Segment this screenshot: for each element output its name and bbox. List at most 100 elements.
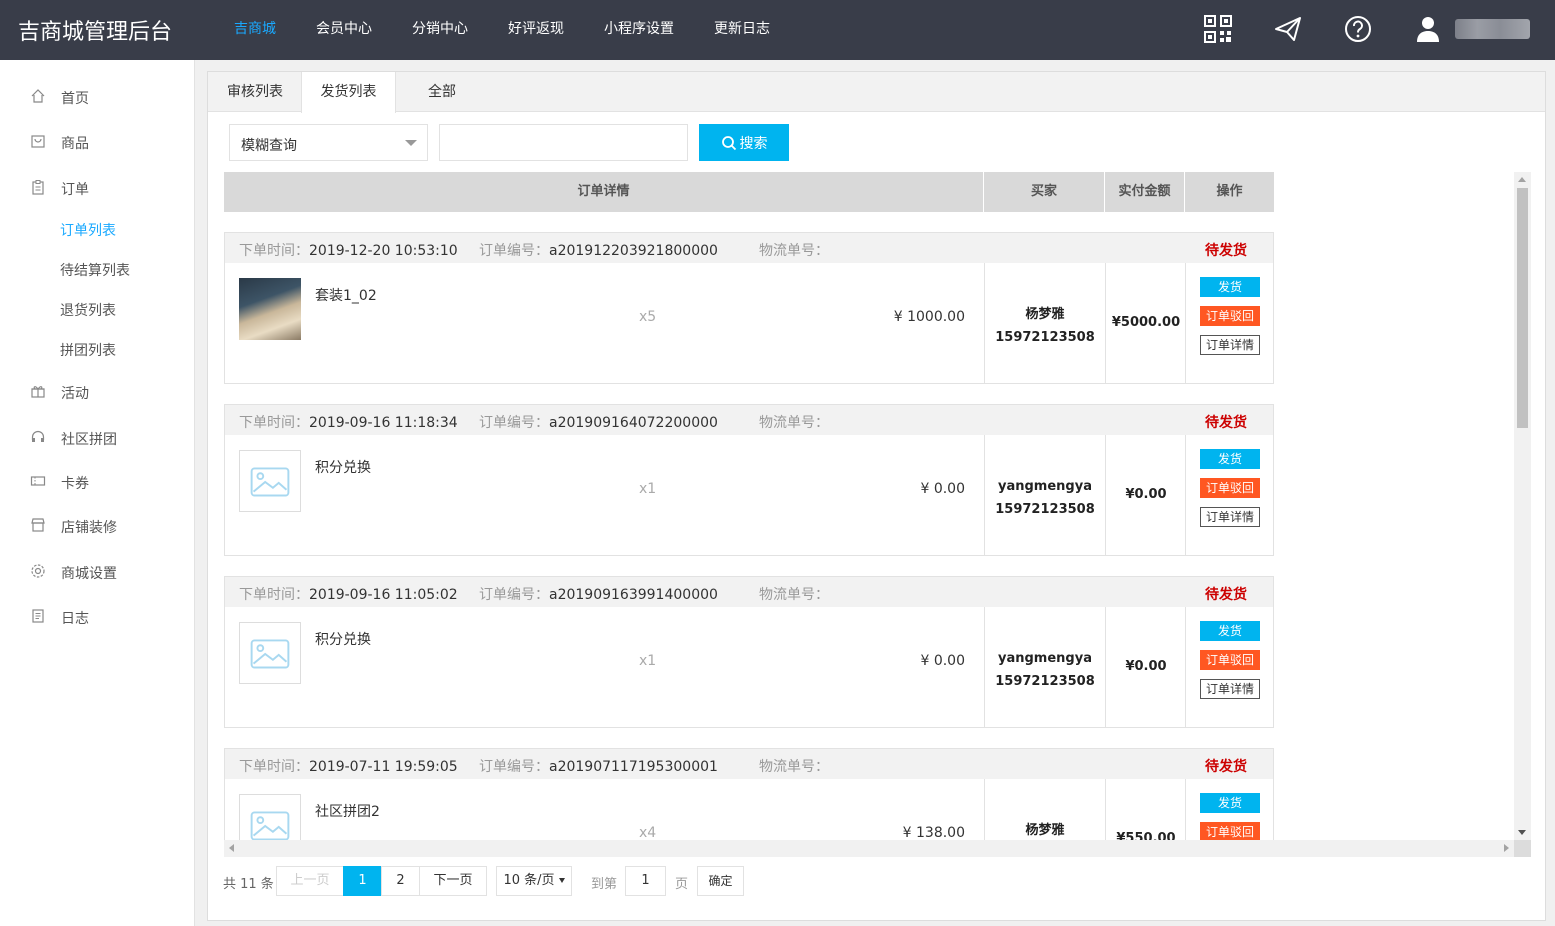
header-amount-paid: 实付金额: [1105, 172, 1185, 212]
table-row: 下单时间：2019-07-11 19:59:05 订单编号：a201907117…: [224, 748, 1274, 840]
sidebar-item-label: 商城设置: [61, 566, 117, 582]
sidebar-sub-group-buy[interactable]: 拼团列表: [60, 340, 116, 360]
goto-page-input[interactable]: 1: [625, 866, 666, 896]
ship-button[interactable]: 发货: [1200, 277, 1260, 297]
reject-order-button[interactable]: 订单驳回: [1200, 478, 1260, 498]
next-page-button[interactable]: 下一页: [419, 866, 487, 896]
sidebar-item-store-decoration[interactable]: 店铺装修: [0, 510, 195, 540]
order-detail-button[interactable]: 订单详情: [1200, 507, 1260, 527]
vertical-scrollbar[interactable]: [1514, 172, 1531, 840]
ship-button[interactable]: 发货: [1200, 793, 1260, 813]
order-no-label: 订单编号：: [479, 759, 549, 775]
sidebar-item-community-group[interactable]: 社区拼团: [0, 422, 195, 452]
sidebar-item-orders[interactable]: 订单: [0, 172, 195, 202]
topnav-member[interactable]: 会员中心: [296, 0, 392, 60]
topnav-miniprogram[interactable]: 小程序设置: [584, 0, 694, 60]
table-row: 下单时间：2019-09-16 11:18:34 订单编号：a201909164…: [224, 404, 1274, 556]
product-name: 社区拼团2: [315, 804, 380, 820]
order-no-label: 订单编号：: [479, 587, 549, 603]
sidebar-item-products[interactable]: 商品: [0, 126, 195, 156]
search-mode-value: 模糊查询: [241, 138, 297, 154]
qrcode-icon[interactable]: [1203, 14, 1233, 44]
horizontal-scrollbar[interactable]: [224, 840, 1514, 857]
product-price: ¥ 1000.00: [893, 309, 965, 325]
topnav-mall[interactable]: 吉商城: [214, 0, 296, 60]
image-placeholder-icon[interactable]: [239, 794, 301, 840]
tab-all[interactable]: 全部: [396, 72, 488, 112]
clipboard-icon: [32, 180, 44, 195]
search-input[interactable]: [439, 124, 688, 161]
scroll-up-arrow-icon[interactable]: [1518, 177, 1526, 182]
topnav-changelog[interactable]: 更新日志: [694, 0, 790, 60]
table-header: 订单详情 买家 实付金额 操作: [224, 172, 1274, 212]
order-detail-button[interactable]: 订单详情: [1200, 335, 1260, 355]
reject-order-button[interactable]: 订单驳回: [1200, 650, 1260, 670]
order-time-label: 下单时间：: [239, 415, 309, 431]
scroll-right-arrow-icon[interactable]: [1504, 844, 1509, 852]
buyer-name: 杨梦雅: [1025, 823, 1065, 838]
table-row: 下单时间：2019-12-20 10:53:10 订单编号：a201912203…: [224, 232, 1274, 384]
topnav-distribution[interactable]: 分销中心: [392, 0, 488, 60]
sidebar-item-coupons[interactable]: 卡券: [0, 466, 195, 496]
amount-paid: ¥0.00: [1125, 487, 1167, 502]
scroll-left-arrow-icon[interactable]: [229, 844, 234, 852]
sidebar-sub-returns[interactable]: 退货列表: [60, 300, 116, 320]
order-actions: 发货 订单驳回 订单详情: [1186, 793, 1274, 840]
order-number: a201912203921800000: [549, 243, 718, 259]
ship-button[interactable]: 发货: [1200, 621, 1260, 641]
buyer-phone: 15972123508: [995, 330, 1095, 345]
user-avatar-icon[interactable]: [1413, 14, 1443, 44]
prev-page-button[interactable]: 上一页: [276, 866, 344, 896]
product-quantity: x4: [639, 825, 657, 840]
page-size-select[interactable]: 10 条/页: [496, 866, 572, 896]
total-count: 共 11 条: [223, 877, 274, 892]
sidebar-item-label: 活动: [61, 386, 89, 402]
tab-review-list[interactable]: 审核列表: [208, 72, 302, 112]
home-icon: [31, 89, 45, 103]
image-placeholder-icon[interactable]: [239, 622, 301, 684]
sidebar-sub-order-list[interactable]: 订单列表: [60, 220, 116, 240]
help-icon[interactable]: [1343, 14, 1373, 44]
sidebar-sub-pending-settlement[interactable]: 待结算列表: [60, 260, 130, 280]
page-1-button[interactable]: 1: [343, 866, 382, 896]
send-icon[interactable]: [1273, 14, 1303, 44]
top-bar: 吉商城管理后台 吉商城 会员中心 分销中心 好评返现 小程序设置 更新日志: [0, 0, 1555, 60]
order-time: 2019-09-16 11:05:02: [309, 587, 458, 603]
tab-shipping-list[interactable]: 发货列表: [301, 72, 396, 113]
amount-paid: ¥5000.00: [1111, 315, 1181, 330]
goto-confirm-button[interactable]: 确定: [697, 866, 744, 896]
header-order-detail: 订单详情: [224, 172, 984, 212]
search-mode-select[interactable]: 模糊查询: [229, 124, 428, 161]
sidebar-item-label: 店铺装修: [61, 520, 117, 536]
sidebar-item-activities[interactable]: 活动: [0, 376, 195, 406]
image-placeholder-icon[interactable]: [239, 450, 301, 512]
logistics-no-label: 物流单号：: [759, 587, 829, 603]
page-2-button[interactable]: 2: [381, 866, 420, 896]
scroll-down-arrow-icon[interactable]: [1518, 830, 1526, 835]
buyer-info: 杨梦雅: [985, 819, 1105, 840]
goto-label: 到第: [591, 877, 618, 892]
order-detail-button[interactable]: 订单详情: [1200, 679, 1260, 699]
buyer-name: yangmengya: [998, 651, 1092, 666]
sidebar-item-mall-settings[interactable]: 商城设置: [0, 556, 195, 586]
order-table: 订单详情 买家 实付金额 操作 下单时间：2019-12-20 10:53:10…: [224, 172, 1516, 840]
order-time: 2019-12-20 10:53:10: [309, 243, 458, 259]
order-head: 下单时间：2019-12-20 10:53:10 订单编号：a201912203…: [225, 233, 1273, 263]
main-panel: 审核列表 发货列表 全部 模糊查询 搜索 订单详情 买家 实付金额 操作 下单时…: [207, 71, 1546, 921]
sidebar-item-home[interactable]: 首页: [0, 81, 195, 111]
topnav-review-cashback[interactable]: 好评返现: [488, 0, 584, 60]
sidebar-item-logs[interactable]: 日志: [0, 601, 195, 631]
header-buyer: 买家: [984, 172, 1105, 212]
status-badge: 待发货: [1205, 587, 1247, 603]
order-time: 2019-07-11 19:59:05: [309, 759, 458, 775]
search-button[interactable]: 搜索: [699, 124, 789, 161]
reject-order-button[interactable]: 订单驳回: [1200, 306, 1260, 326]
scrollbar-thumb[interactable]: [1517, 188, 1528, 428]
logistics-no-label: 物流单号：: [759, 415, 829, 431]
user-name-redacted[interactable]: [1455, 19, 1530, 39]
product-thumbnail[interactable]: [239, 278, 301, 340]
order-number: a201909163991400000: [549, 587, 718, 603]
reject-order-button[interactable]: 订单驳回: [1200, 822, 1260, 840]
top-nav: 吉商城 会员中心 分销中心 好评返现 小程序设置 更新日志: [214, 0, 790, 60]
ship-button[interactable]: 发货: [1200, 449, 1260, 469]
